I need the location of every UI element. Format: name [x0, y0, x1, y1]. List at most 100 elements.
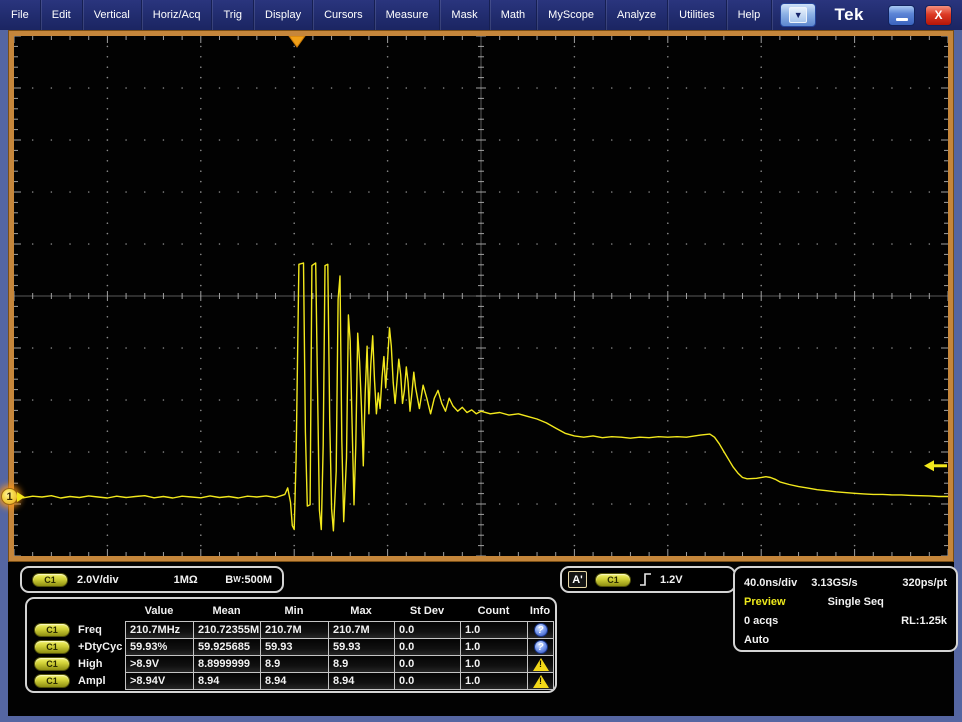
acquisition-count: 0 acqs — [744, 615, 778, 627]
trigger-source-badge[interactable]: C1 — [595, 573, 631, 587]
tek-logo: Tek — [834, 5, 878, 25]
measurement-value: >8.94V — [125, 672, 194, 690]
measurement-name: Ampl — [78, 675, 106, 687]
menu-item-vertical[interactable]: Vertical — [83, 0, 142, 30]
trigger-position-marker[interactable] — [289, 36, 305, 47]
measurement-stdev: 0.0 — [394, 655, 461, 673]
info-question-icon[interactable]: ? — [534, 623, 548, 637]
column-header-max: Max — [328, 601, 394, 621]
minimize-icon — [896, 18, 908, 21]
measurement-mean: 8.8999999 — [193, 655, 261, 673]
menu-item-horiz-acq[interactable]: Horiz/Acq — [142, 0, 213, 30]
sample-rate: 3.13GS/s — [811, 577, 857, 589]
graticule-frame — [8, 30, 954, 562]
trigger-level-arrow[interactable] — [924, 460, 947, 471]
menu-item-cursors[interactable]: Cursors — [313, 0, 375, 30]
input-impedance: 1MΩ — [174, 574, 198, 586]
measurement-info-cell: ! — [527, 655, 554, 673]
channel1-marker-label: 1 — [1, 488, 18, 505]
channel1-ground-marker[interactable]: 1 — [1, 487, 21, 507]
time-per-div: 40.0ns/div — [744, 577, 797, 589]
scope-dropdown-button[interactable]: ▼ — [780, 3, 816, 27]
measurement-max: 59.93 — [328, 638, 395, 656]
menu-item-utilities[interactable]: Utilities — [668, 0, 726, 30]
measurement-count: 1.0 — [460, 638, 528, 656]
measurement-mean: 59.925685 — [193, 638, 261, 656]
measurement-mean: 210.72355M — [193, 621, 261, 639]
menu-item-trig[interactable]: Trig — [212, 0, 254, 30]
measurement-row-freq: C1Freq210.7MHz210.72355M210.7M210.7M0.01… — [31, 621, 551, 638]
column-header-mean: Mean — [193, 601, 260, 621]
measurement-name: +DtyCyc — [78, 641, 122, 653]
menu-item-analyze[interactable]: Analyze — [606, 0, 668, 30]
measurement-header-row: ValueMeanMinMaxSt DevCountInfo — [31, 601, 551, 621]
trigger-level-readout: 1.2V — [660, 574, 683, 586]
measurement-value: 210.7MHz — [125, 621, 194, 639]
measurement-max: 8.9 — [328, 655, 395, 673]
chevron-down-icon: ▼ — [789, 7, 807, 23]
measurement-max: 8.94 — [328, 672, 395, 690]
measurement-row-ampl: C1Ampl>8.94V8.948.948.940.01.0! — [31, 672, 551, 689]
acquisition-mode: Single Seq — [828, 596, 884, 608]
measurement-stdev: 0.0 — [394, 621, 461, 639]
trigger-mode: Auto — [744, 634, 769, 646]
measurement-min: 210.7M — [260, 621, 329, 639]
measurement-value: 59.93% — [125, 638, 194, 656]
menu-item-myscope[interactable]: MyScope — [537, 0, 606, 30]
warning-icon[interactable]: ! — [533, 675, 549, 688]
measurement-info-cell: ? — [527, 621, 554, 639]
measurement-stdev: 0.0 — [394, 672, 461, 690]
measurement-min: 59.93 — [260, 638, 329, 656]
waveform-svg — [14, 36, 948, 556]
measurement-min: 8.94 — [260, 672, 329, 690]
column-header-min: Min — [260, 601, 328, 621]
measurement-info-cell: ? — [527, 638, 554, 656]
menu-item-mask[interactable]: Mask — [440, 0, 489, 30]
channel1-badge[interactable]: C1 — [32, 573, 68, 587]
column-header-st-dev: St Dev — [394, 601, 460, 621]
menu-item-file[interactable]: File — [0, 0, 41, 30]
channel1-marker-arrow-icon — [17, 492, 25, 502]
measurement-mean: 8.94 — [193, 672, 261, 690]
measurement-label: C1 High — [31, 655, 125, 672]
record-length: RL:1.25k — [901, 615, 947, 627]
measurement-max: 210.7M — [328, 621, 395, 639]
measurement-count: 1.0 — [460, 621, 528, 639]
channel-badge[interactable]: C1 — [34, 623, 70, 637]
channel-badge[interactable]: C1 — [34, 674, 70, 688]
channel-badge[interactable]: C1 — [34, 640, 70, 654]
measurement-label: C1 +DtyCyc — [31, 638, 125, 655]
waveform-display — [14, 36, 948, 556]
menu-item-display[interactable]: Display — [254, 0, 313, 30]
measurement-count: 1.0 — [460, 672, 528, 690]
measurement-row-high: C1High>8.9V8.89999998.98.90.01.0! — [31, 655, 551, 672]
measurement-table-body: ValueMeanMinMaxSt DevCountInfo C1 Freq 210.… — [31, 601, 551, 689]
measurement-label: C1 Freq — [31, 621, 125, 638]
channel-readout-panel: C1 2.0V/div 1MΩ BW:500M — [20, 566, 284, 593]
menu-item-edit[interactable]: Edit — [41, 0, 83, 30]
rising-edge-icon — [639, 572, 652, 587]
measurement-label: C1 Ampl — [31, 672, 125, 689]
tekscope-window: FileEditVerticalHoriz/AcqTrigDisplayCurs… — [0, 0, 962, 722]
info-question-icon[interactable]: ? — [534, 640, 548, 654]
channel-badge[interactable]: C1 — [34, 657, 70, 671]
measurement-min: 8.9 — [260, 655, 329, 673]
column-header-info: Info — [527, 601, 553, 621]
measurement-name: Freq — [78, 624, 102, 636]
vertical-scale: 2.0V/div — [77, 574, 119, 586]
minimize-button[interactable] — [888, 5, 915, 26]
measurement-name: High — [78, 658, 102, 670]
menu-item-measure[interactable]: Measure — [375, 0, 441, 30]
trigger-a-badge: A' — [568, 571, 587, 588]
warning-icon[interactable]: ! — [533, 658, 549, 671]
trigger-readout-panel: A' C1 1.2V — [560, 566, 736, 593]
column-header-value: Value — [125, 601, 193, 621]
readout-area: C1 2.0V/div 1MΩ BW:500M A' C1 1.2V 40.0n… — [8, 562, 954, 716]
menu-item-math[interactable]: Math — [490, 0, 537, 30]
menu-item-help[interactable]: Help — [727, 0, 773, 30]
preview-status: Preview — [744, 596, 786, 608]
measurement-info-cell: ! — [527, 672, 554, 690]
measurement-value: >8.9V — [125, 655, 194, 673]
resolution: 320ps/pt — [902, 577, 947, 589]
close-button[interactable]: X — [925, 5, 952, 26]
